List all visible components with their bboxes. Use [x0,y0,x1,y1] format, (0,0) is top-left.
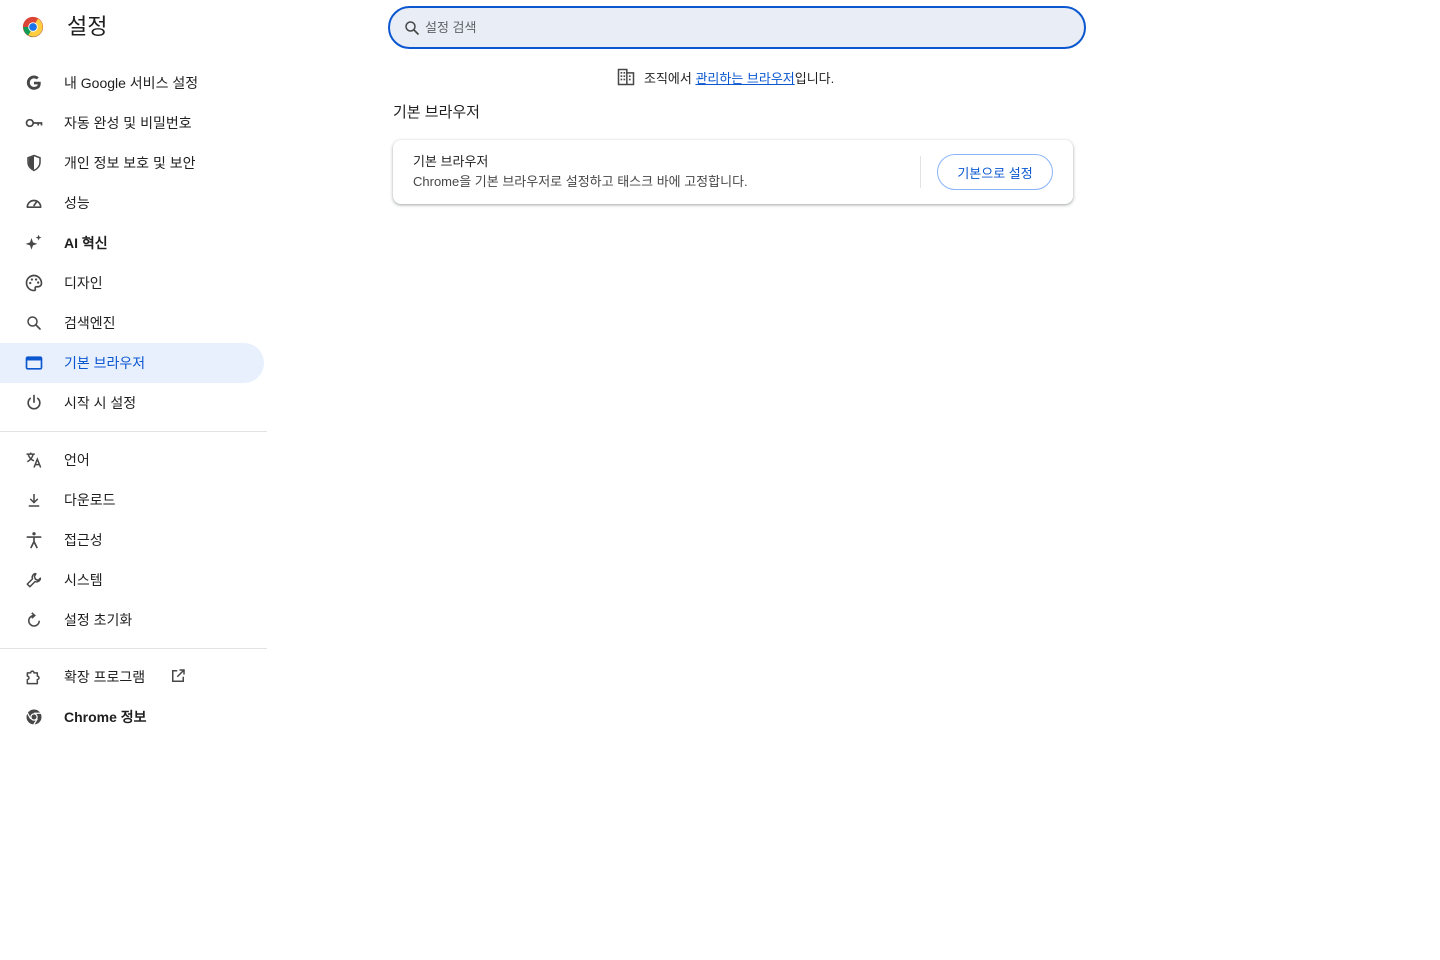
managed-browser-link[interactable]: 관리하는 브라우저 [695,68,794,87]
sparkle-icon [24,233,44,253]
sidebar-item-label: 기본 브라우저 [64,355,146,371]
google-g-icon [24,73,44,93]
sidebar-item-label: 시스템 [64,572,103,588]
sidebar-item-label: 언어 [64,452,90,468]
sidebar-item-label: 디자인 [64,275,103,291]
shield-icon [24,153,44,173]
sidebar-item-performance[interactable]: 성능 [0,183,264,223]
managed-browser-notice: 조직에서 관리하는 브라우저 입니다. [616,67,834,87]
speedometer-icon [24,193,44,213]
sidebar-item-label: 시작 시 설정 [64,395,137,411]
wrench-icon [24,570,44,590]
sidebar-item-label: 개인 정보 보호 및 보안 [64,155,196,171]
default-browser-card: 기본 브라우저 Chrome을 기본 브라우저로 설정하고 태스크 바에 고정합… [393,140,1073,204]
sidebar-item-label: 성능 [64,195,90,211]
translate-icon [24,450,44,470]
power-icon [24,393,44,413]
sidebar-item-autofill[interactable]: 자동 완성 및 비밀번호 [0,103,264,143]
sidebar-item-ai[interactable]: AI 혁신 [0,223,264,263]
sidebar-divider [0,431,267,432]
sidebar-item-downloads[interactable]: 다운로드 [0,480,264,520]
sidebar-divider [0,648,267,649]
sidebar-item-label: 확장 프로그램 [64,669,146,685]
download-icon [24,490,44,510]
sidebar-item-search-engine[interactable]: 검색엔진 [0,303,264,343]
search-input[interactable] [425,20,1025,35]
sidebar-item-default-browser[interactable]: 기본 브라우저 [0,343,264,383]
palette-icon [24,273,44,293]
page-title: 설정 [67,14,108,39]
make-default-button[interactable]: 기본으로 설정 [937,154,1053,190]
puzzle-icon [24,667,44,687]
card-separator [920,156,921,188]
sidebar: 내 Google 서비스 설정 자동 완성 및 비밀번호 개인 정보 보호 및 … [0,63,267,737]
accessibility-icon [24,530,44,550]
card-title: 기본 브라우저 [413,154,489,169]
sidebar-item-label: 자동 완성 및 비밀번호 [64,115,192,131]
key-icon [24,113,44,133]
sidebar-item-about-chrome[interactable]: Chrome 정보 [0,697,264,737]
sidebar-item-system[interactable]: 시스템 [0,560,264,600]
building-icon [617,68,635,86]
open-in-new-icon [172,669,185,682]
sidebar-item-appearance[interactable]: 디자인 [0,263,264,303]
sidebar-item-label: 접근성 [64,532,103,548]
sidebar-item-label: 검색엔진 [64,315,116,331]
sidebar-item-label: 다운로드 [64,492,116,508]
sidebar-item-label: 설정 초기화 [64,612,133,628]
sidebar-item-languages[interactable]: 언어 [0,440,264,480]
browser-window-icon [24,353,44,373]
section-title: 기본 브라우저 [393,104,480,121]
sidebar-item-accessibility[interactable]: 접근성 [0,520,264,560]
chrome-logo-icon [22,16,44,38]
sidebar-item-label: 내 Google 서비스 설정 [64,75,199,91]
sidebar-item-reset[interactable]: 설정 초기화 [0,600,264,640]
sidebar-item-privacy[interactable]: 개인 정보 보호 및 보안 [0,143,264,183]
search-icon [24,313,44,333]
sidebar-item-extensions[interactable]: 확장 프로그램 [0,657,264,697]
managed-notice-prefix: 조직에서 [644,70,692,86]
sidebar-item-label: Chrome 정보 [64,709,147,725]
search-icon [405,20,419,35]
reset-icon [24,610,44,630]
sidebar-item-label: AI 혁신 [64,235,108,251]
card-description: Chrome을 기본 브라우저로 설정하고 태스크 바에 고정합니다. [413,174,748,189]
managed-notice-suffix: 입니다. [794,70,835,86]
chrome-icon [24,707,44,727]
sidebar-item-on-startup[interactable]: 시작 시 설정 [0,383,264,423]
settings-search-box[interactable] [388,6,1086,49]
sidebar-item-google-services[interactable]: 내 Google 서비스 설정 [0,63,264,103]
